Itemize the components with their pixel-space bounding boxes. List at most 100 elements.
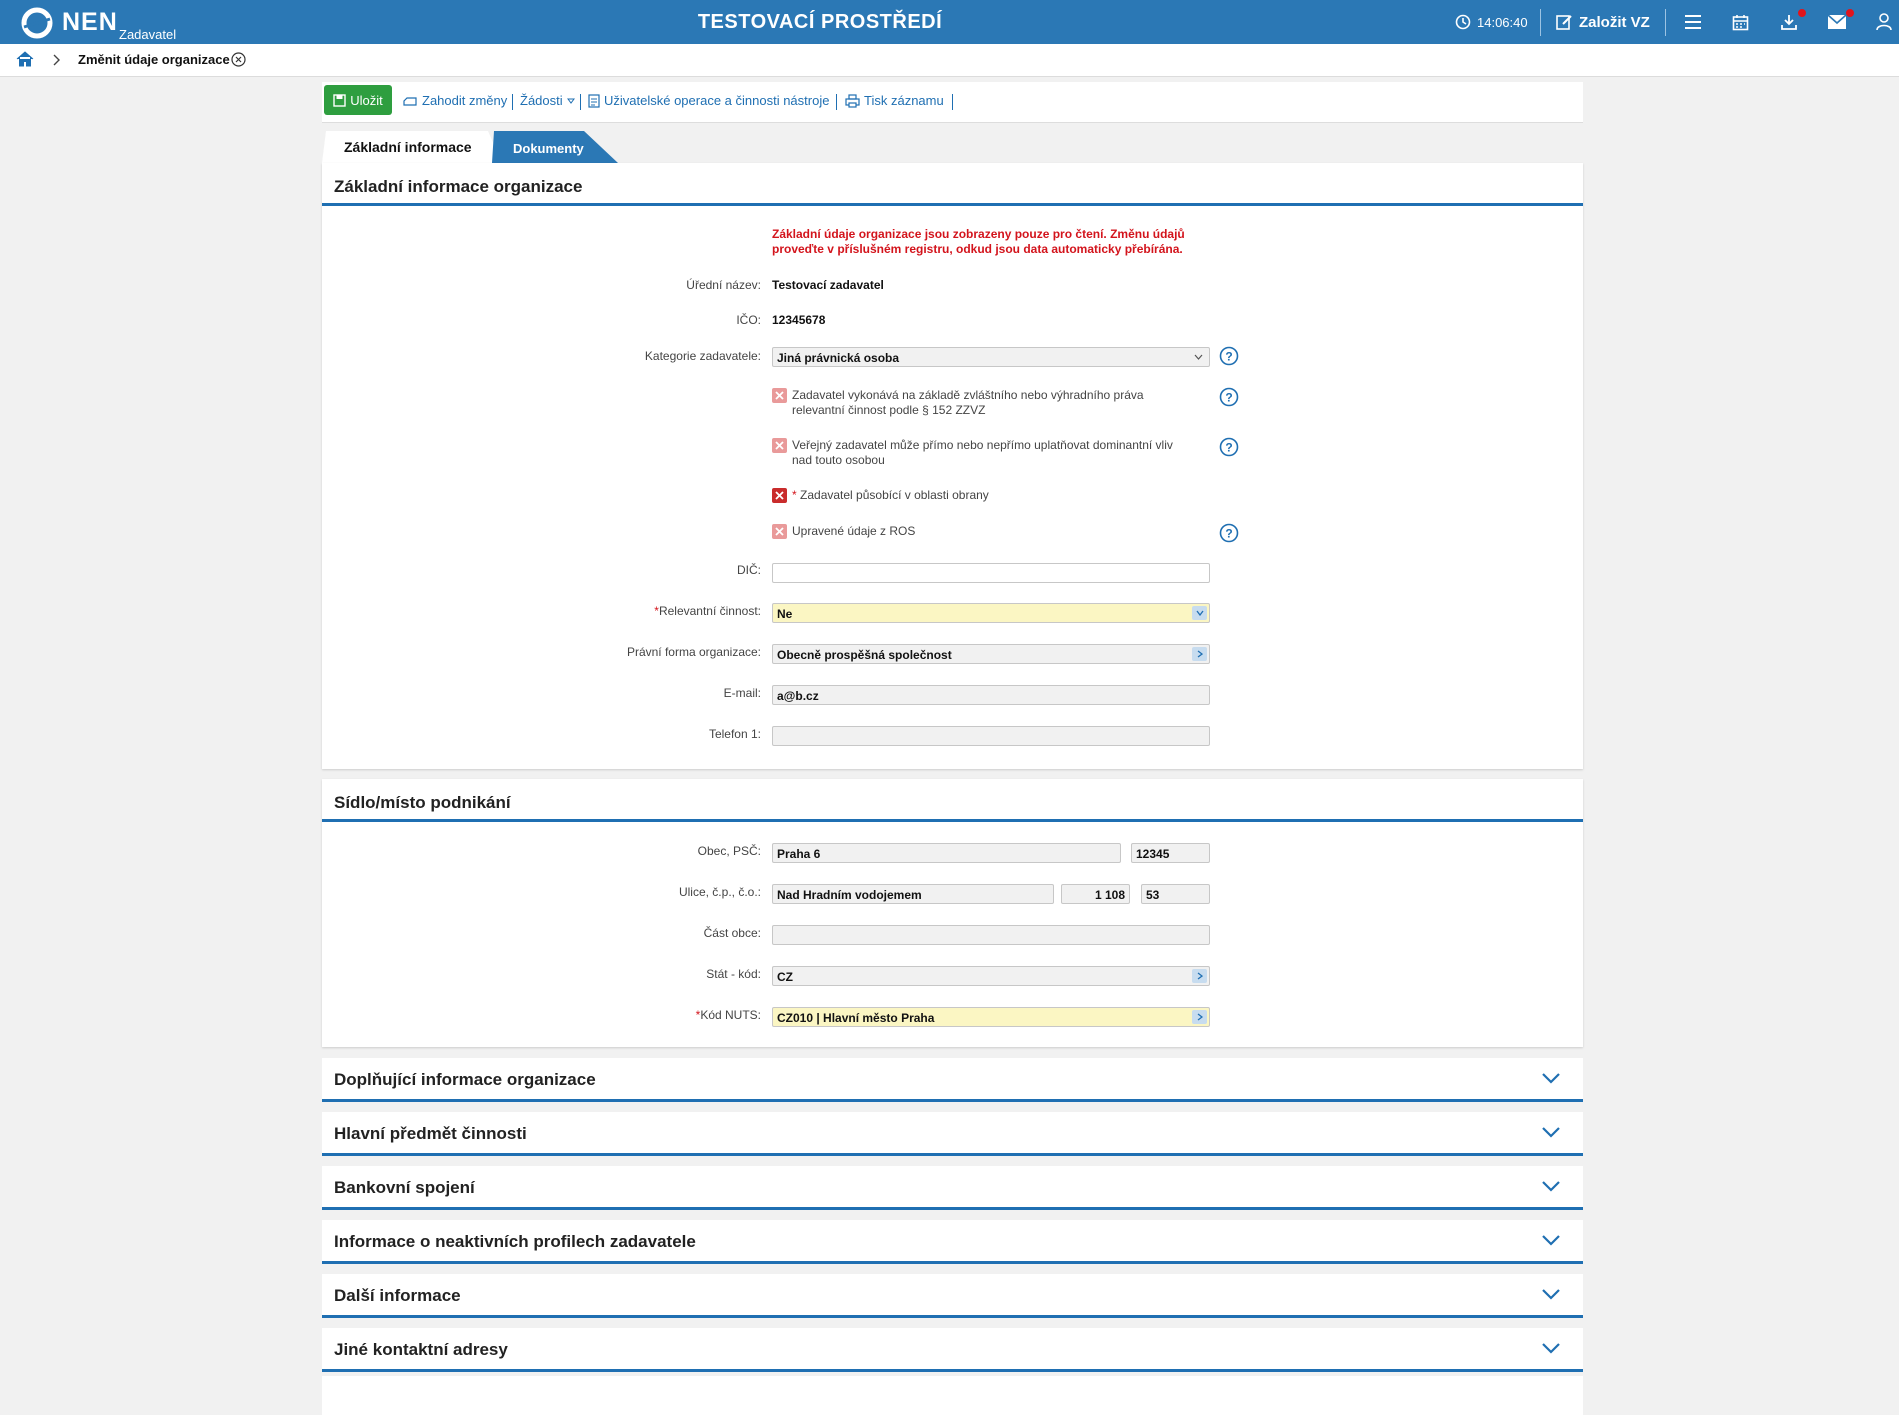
label-line: relevantní činnost podle § 152 ZZVZ: [792, 403, 986, 417]
discard-changes-button[interactable]: Zahodit změny: [402, 93, 507, 108]
help-icon[interactable]: ?: [1219, 346, 1239, 366]
special-rights-checkbox[interactable]: [772, 388, 787, 403]
divider: [1540, 9, 1541, 36]
collapsible-section[interactable]: Jiné kontaktní adresy: [322, 1328, 1583, 1372]
ros-modified-checkbox[interactable]: [772, 524, 787, 539]
chevron-down-icon[interactable]: [1541, 1126, 1561, 1138]
clock-icon: [1455, 14, 1471, 30]
house-number-field[interactable]: 1 108: [1061, 884, 1130, 904]
help-icon[interactable]: ?: [1219, 437, 1239, 457]
section-title: Další informace: [334, 1286, 461, 1305]
clipboard-icon: [588, 94, 600, 108]
open-picker[interactable]: [1192, 969, 1207, 983]
chevron-down-icon[interactable]: [1541, 1072, 1561, 1084]
messages-button[interactable]: [1828, 0, 1846, 44]
street-field[interactable]: Nad Hradním vodojemem: [772, 884, 1054, 904]
chevron-down-icon[interactable]: [1541, 1180, 1561, 1192]
tab-basic-information[interactable]: Základní informace: [344, 139, 472, 155]
country-field[interactable]: CZ: [772, 966, 1210, 986]
page-bottom-area: [322, 1376, 1583, 1415]
chevron-down-icon[interactable]: [1541, 1234, 1561, 1246]
dropdown-toggle[interactable]: [1192, 606, 1207, 620]
relevant-activity-value: Ne: [777, 607, 793, 621]
section-underline: [322, 1315, 1583, 1318]
collapsible-section[interactable]: Doplňující informace organizace: [322, 1058, 1583, 1102]
defense-label: * Zadavatel působící v oblasti obrany: [792, 488, 989, 503]
section-underline: [322, 1261, 1583, 1264]
city-part-field[interactable]: [772, 925, 1210, 945]
x-mark-icon: [775, 391, 784, 400]
open-picker[interactable]: [1192, 1010, 1207, 1024]
collapsible-section[interactable]: Bankovní spojení: [322, 1166, 1583, 1210]
email-field[interactable]: a@b.cz: [772, 685, 1210, 705]
phone-field[interactable]: [772, 726, 1210, 746]
caret-down-icon: [566, 98, 575, 104]
downloads-button[interactable]: [1780, 0, 1798, 44]
help-icon[interactable]: ?: [1219, 523, 1239, 543]
close-page-icon[interactable]: [231, 52, 246, 67]
dic-input[interactable]: [772, 563, 1210, 583]
breadcrumb-current: Změnit údaje organizace: [78, 52, 230, 67]
label-line: nad touto osobou: [792, 453, 885, 467]
discard-icon: [403, 96, 417, 106]
section-title: Hlavní předmět činnosti: [334, 1124, 527, 1143]
legal-form-field[interactable]: Obecně prospěšná společnost: [772, 644, 1210, 664]
orientation-number-field[interactable]: 53: [1141, 884, 1210, 904]
calendar-icon: [1732, 14, 1749, 30]
ros-modified-label: Upravené údaje z ROS: [792, 524, 916, 538]
chevron-down-icon[interactable]: [1541, 1342, 1561, 1354]
mail-icon: [1828, 15, 1846, 29]
dominant-influence-checkbox[interactable]: [772, 438, 787, 453]
menu-button[interactable]: [1684, 0, 1702, 44]
chevron-right-icon: [1197, 1013, 1203, 1021]
defense-checkbox[interactable]: [772, 488, 787, 503]
label-line: Veřejný zadavatel může přímo nebo nepřím…: [792, 438, 1173, 452]
dic-label: DIČ:: [737, 563, 761, 577]
nuts-value: CZ010 | Hlavní město Praha: [777, 1011, 935, 1025]
basic-info-panel: Základní informace organizace Základní ú…: [322, 163, 1583, 769]
svg-text:?: ?: [1225, 441, 1232, 455]
tab-documents[interactable]: Dokumenty: [513, 141, 584, 156]
user-operations-button[interactable]: Uživatelské operace a činnosti nástroje: [588, 93, 829, 108]
read-only-warning: Základní údaje organizace jsou zobrazeny…: [772, 227, 1212, 257]
collapsible-section[interactable]: Informace o neaktivních profilech zadava…: [322, 1220, 1583, 1264]
legal-form-value: Obecně prospěšná společnost: [777, 648, 952, 662]
user-operations-label: Uživatelské operace a činnosti nástroje: [604, 93, 830, 108]
country-value: CZ: [777, 970, 793, 984]
section-underline: [322, 1369, 1583, 1372]
toolbar-divider: [512, 94, 513, 110]
zip-field[interactable]: 12345: [1131, 843, 1210, 863]
breadcrumb: Změnit údaje organizace: [0, 44, 1899, 77]
open-picker[interactable]: [1192, 647, 1207, 661]
chevron-down-icon[interactable]: [1541, 1288, 1561, 1300]
print-record-button[interactable]: Tisk záznamu: [845, 93, 944, 108]
save-icon: [333, 93, 346, 107]
help-icon[interactable]: ?: [1219, 387, 1239, 407]
collapsible-section[interactable]: Hlavní předmět činnosti: [322, 1112, 1583, 1156]
create-vz-button[interactable]: Založit VZ: [1555, 0, 1650, 44]
requests-dropdown[interactable]: Žádosti: [520, 93, 575, 108]
dominant-influence-label: Veřejný zadavatel může přímo nebo nepřím…: [792, 438, 1173, 468]
section-underline: [322, 1207, 1583, 1210]
official-name-label: Úřední název:: [686, 278, 761, 292]
ico-label: IČO:: [736, 313, 761, 327]
category-select[interactable]: Jiná právnická osoba: [772, 347, 1210, 367]
city-part-label: Část obce:: [703, 926, 761, 940]
nuts-field[interactable]: CZ010 | Hlavní město Praha: [772, 1007, 1210, 1027]
section-title: Informace o neaktivních profilech zadava…: [334, 1232, 696, 1251]
relevant-activity-select[interactable]: Ne: [772, 603, 1210, 623]
calendar-button[interactable]: [1732, 0, 1749, 44]
collapsible-section[interactable]: Další informace: [322, 1274, 1583, 1318]
city-field[interactable]: Praha 6: [772, 843, 1121, 863]
svg-text:?: ?: [1225, 527, 1232, 541]
section-underline: [322, 819, 1583, 822]
divider: [1665, 9, 1666, 36]
user-profile-button[interactable]: [1876, 0, 1892, 44]
x-mark-icon: [775, 527, 784, 536]
chevron-right-icon: [53, 54, 60, 66]
ico-value: 12345678: [772, 313, 826, 327]
legal-form-label: Právní forma organizace:: [626, 645, 761, 659]
print-record-label: Tisk záznamu: [864, 93, 944, 108]
home-icon[interactable]: [16, 51, 34, 67]
save-button[interactable]: Uložit: [324, 85, 392, 115]
